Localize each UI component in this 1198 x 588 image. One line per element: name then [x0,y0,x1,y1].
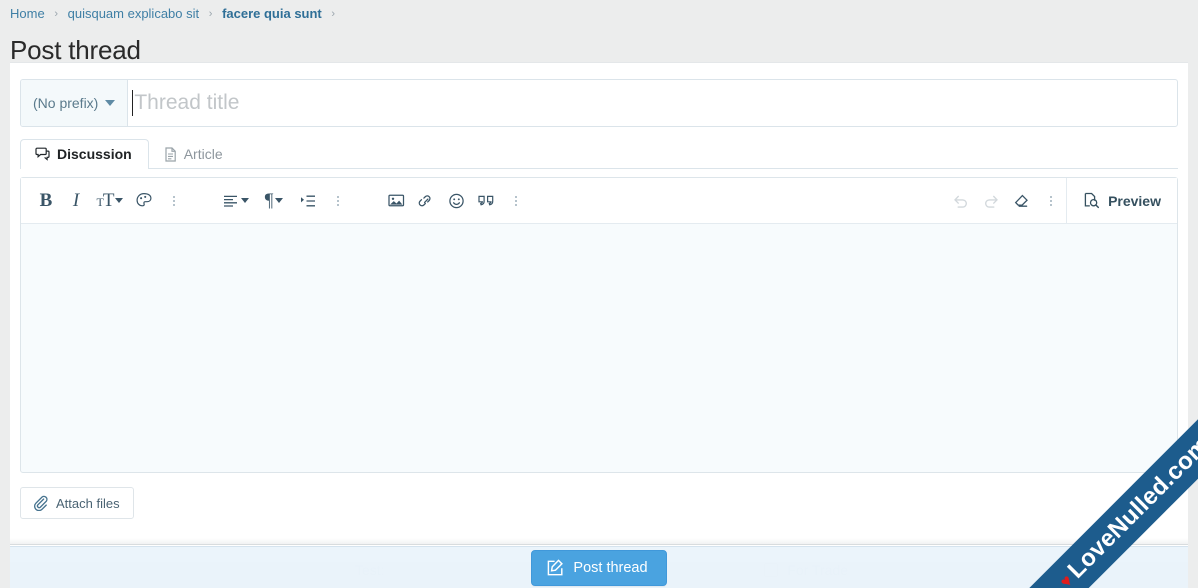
post-thread-button-label: Post thread [573,559,648,576]
prefix-select[interactable]: (No prefix) [21,80,129,126]
undo-icon[interactable] [946,184,976,218]
pencil-square-icon [546,558,564,577]
tab-article-label: Article [183,146,223,162]
document-search-icon [1083,192,1100,209]
text-caret [132,90,134,116]
more-options-icon[interactable] [323,184,353,218]
text-color-palette-icon[interactable] [129,184,159,218]
attach-files-row: Attach files [20,487,1178,519]
attach-files-label: Attach files [56,495,120,511]
more-options-icon[interactable] [1036,184,1066,218]
paragraph-format-icon[interactable]: ¶ [255,184,293,218]
panel-bottom-divider [10,538,1188,545]
breadcrumb-separator-icon: › [331,8,336,20]
tab-discussion-label: Discussion [57,146,132,162]
breadcrumb-item-home[interactable]: Home [10,6,45,21]
paperclip-icon [32,495,48,511]
tab-discussion[interactable]: Discussion [20,139,149,169]
editor-toolbar: B I TT ¶ Preview [21,178,1177,224]
quote-icon[interactable] [471,184,501,218]
tab-article[interactable]: Article [149,139,240,169]
rich-text-editor: B I TT ¶ Preview [20,177,1178,473]
insert-link-icon[interactable] [411,184,441,218]
thread-title-row: (No prefix) Thread title [20,79,1178,127]
breadcrumb-item-forum[interactable]: facere quia sunt [222,6,322,21]
insert-image-icon[interactable] [381,184,411,218]
remove-formatting-eraser-icon[interactable] [1006,184,1036,218]
thread-title-placeholder: Thread title [134,91,240,114]
file-text-icon [164,146,177,162]
sticky-submit-bar: Post thread [10,546,1188,588]
font-size-icon[interactable]: TT [91,184,129,218]
editor-toolbar-right: Preview [946,178,1177,223]
thread-title-input[interactable]: Thread title [128,80,1177,126]
more-options-icon[interactable] [159,184,189,218]
emoji-icon[interactable] [441,184,471,218]
more-options-icon[interactable] [501,184,531,218]
toolbar-group-paragraph: ¶ [217,184,353,218]
chevron-down-icon [105,100,116,106]
post-thread-button[interactable]: Post thread [531,549,667,586]
editor-content-area[interactable] [21,224,1177,472]
editor-toolbar-buttons: B I TT ¶ [21,178,946,223]
editor-mode-tabs: Discussion Article [20,139,1178,169]
preview-button-label: Preview [1108,192,1161,209]
breadcrumb-separator-icon: › [208,8,213,20]
italic-icon[interactable]: I [61,184,91,218]
bold-icon[interactable]: B [31,184,61,218]
breadcrumb: Home › quisquam explicabo sit › facere q… [0,0,1198,23]
toolbar-group-insert [381,184,531,218]
comments-icon [35,147,50,161]
post-thread-form-panel: (No prefix) Thread title Discussion Arti… [10,62,1188,562]
prefix-select-value: (No prefix) [33,95,99,111]
align-icon[interactable] [217,184,255,218]
preview-button[interactable]: Preview [1066,178,1177,223]
toolbar-group-text-style: B I TT [31,184,189,218]
attach-files-button[interactable]: Attach files [20,487,134,519]
indent-icon[interactable] [293,184,323,218]
breadcrumb-item-category[interactable]: quisquam explicabo sit [68,6,200,21]
breadcrumb-separator-icon: › [54,8,58,20]
redo-icon[interactable] [976,184,1006,218]
page-title: Post thread [10,35,141,65]
